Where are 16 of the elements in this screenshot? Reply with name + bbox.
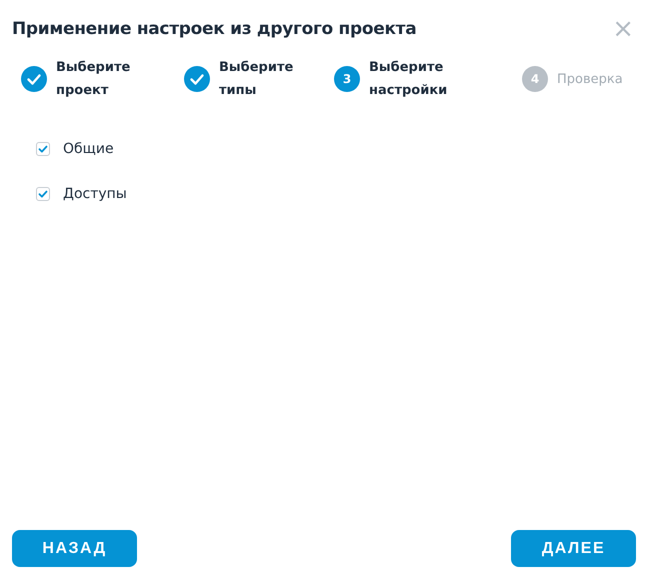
step-label: Выберите проект: [56, 59, 132, 100]
step-label: Выберите типы: [219, 59, 294, 100]
step-label: Выберите настройки: [369, 59, 448, 100]
dialog-title: Применение настроек из другого проекта: [12, 19, 416, 39]
step-number: 4: [522, 66, 548, 92]
option-label: Общие: [63, 141, 114, 157]
back-button[interactable]: НАЗАД: [12, 530, 137, 567]
checkbox[interactable]: [36, 142, 50, 156]
option-label: Доступы: [63, 186, 127, 202]
step-number: 3: [334, 66, 360, 92]
check-icon: [184, 66, 210, 92]
next-button[interactable]: ДАЛЕЕ: [511, 530, 636, 567]
checkbox[interactable]: [36, 187, 50, 201]
step-label: Проверка: [557, 70, 623, 88]
check-icon: [21, 66, 47, 92]
close-button[interactable]: ×: [610, 16, 636, 42]
